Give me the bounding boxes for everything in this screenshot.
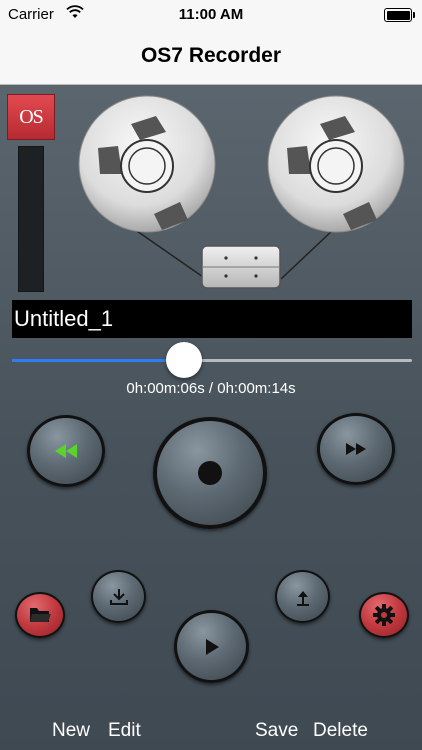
fast-forward-icon <box>346 443 366 455</box>
recording-name-field[interactable]: Untitled_1 <box>12 300 412 338</box>
status-bar: Carrier 11:00 AM <box>0 0 422 30</box>
navigation-bar: OS7 Recorder <box>0 30 422 85</box>
record-icon <box>198 461 222 485</box>
edit-button[interactable]: Edit <box>108 720 141 742</box>
slider-thumb[interactable] <box>166 342 202 378</box>
clock: 11:00 AM <box>178 6 244 23</box>
upload-icon <box>296 590 309 606</box>
rewind-button[interactable] <box>27 415 105 487</box>
folder-icon <box>30 608 51 622</box>
save-button[interactable]: Save <box>255 720 298 742</box>
rewind-icon <box>55 444 77 458</box>
download-icon <box>109 588 128 605</box>
export-button[interactable] <box>275 570 330 623</box>
slider-progress <box>12 359 184 362</box>
level-meter <box>18 146 44 292</box>
new-button[interactable]: New <box>52 720 90 742</box>
page-title: OS7 Recorder <box>140 44 282 67</box>
open-folder-button[interactable] <box>15 592 65 638</box>
settings-button[interactable] <box>359 592 409 638</box>
import-button[interactable] <box>91 570 146 623</box>
battery-icon <box>384 8 415 22</box>
delete-button[interactable]: Delete <box>313 720 368 742</box>
app-logo: OS <box>7 94 55 140</box>
time-readout: 0h:00m:06s / 0h:00m:14s <box>126 380 296 397</box>
play-button[interactable] <box>174 610 249 683</box>
gear-icon <box>373 604 395 626</box>
record-button[interactable] <box>153 417 267 529</box>
playback-slider[interactable] <box>12 342 412 378</box>
right-reel <box>267 95 405 233</box>
tape-deck-illustration <box>78 95 405 289</box>
fast-forward-button[interactable] <box>317 413 395 485</box>
left-reel <box>78 95 216 233</box>
tape-head <box>201 245 281 289</box>
play-icon <box>205 638 219 655</box>
